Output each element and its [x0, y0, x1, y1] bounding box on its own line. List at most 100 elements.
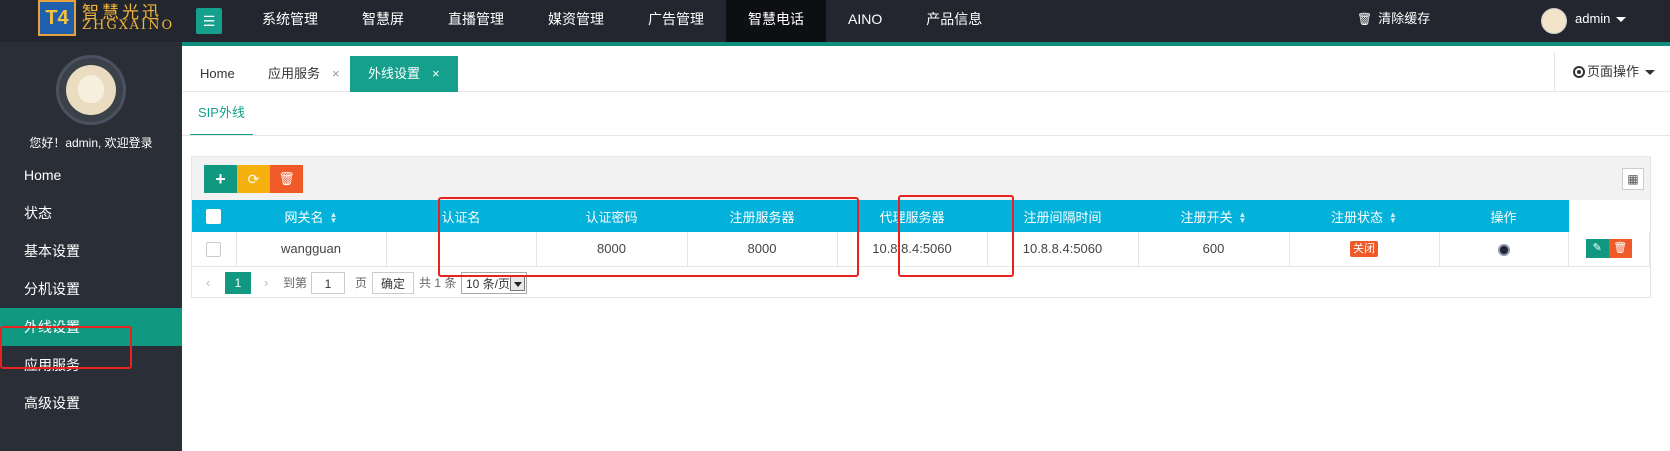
welcome-text: 您好！admin, 欢迎登录: [29, 136, 153, 150]
page-number-input[interactable]: 1: [311, 272, 345, 294]
next-page-icon[interactable]: ›: [264, 272, 268, 294]
select-arrow-icon: [510, 275, 525, 291]
row-select-cell: [192, 232, 237, 267]
trash-icon: 🗑: [1357, 12, 1373, 26]
trash-icon[interactable]: 🗑: [1608, 239, 1632, 259]
page-button-current[interactable]: 1: [225, 272, 251, 294]
cell-gateway: wangguan: [236, 232, 387, 267]
page-size-value: 10 条/页: [466, 277, 511, 291]
trunk-table-panel: + ⟳ 🗑 ▦ 网关名 ▲ ▼ 认证名 认证密码 注册服务器 代理服务器 注册间隔时…: [191, 156, 1651, 298]
cell-reg-server: 10.8.8.4:5060: [837, 232, 988, 267]
top-nav: 系统管理 智慧屏 直播管理 媒资管理 广告管理 智慧电话 AINO 产品信息: [240, 0, 1004, 42]
cell-spacer: [386, 232, 537, 267]
page-ops-label: 页面操作: [1587, 64, 1640, 79]
goto-confirm-button[interactable]: 确定: [372, 272, 415, 294]
tab-strip: Home 应用服务 × 外线设置 × 页面操作: [182, 46, 1670, 92]
close-icon[interactable]: ×: [432, 66, 440, 81]
column-label: 注册状态: [1331, 209, 1384, 225]
top-navbar: T4 智慧光迅 ZHGXAINO ☰ 系统管理 智慧屏 直播管理 媒资管理 广告…: [0, 0, 1670, 42]
columns-icon[interactable]: ▦: [1622, 168, 1644, 190]
sidebar-item-home[interactable]: Home: [0, 156, 182, 194]
user-name: admin: [1575, 11, 1611, 26]
clear-cache-button[interactable]: 🗑 清除缓存: [1357, 0, 1477, 42]
column-label: 代理服务器: [879, 209, 945, 225]
pagination: ‹ 1 › 到第 1 页 确定 共 1 条 10 条/页: [192, 266, 1650, 298]
nav-item-smart-screen[interactable]: 智慧屏: [340, 0, 426, 42]
column-header-gateway[interactable]: 网关名 ▲ ▼: [236, 200, 387, 232]
sort-icon: ▲ ▼: [1389, 210, 1397, 226]
sidebar-item-extension-settings[interactable]: 分机设置: [0, 270, 182, 308]
nav-item-aino[interactable]: AINO: [826, 0, 904, 42]
nav-item-system[interactable]: 系统管理: [240, 0, 340, 42]
subtab-divider: [182, 135, 1670, 136]
delete-button[interactable]: 🗑: [270, 165, 303, 193]
sidebar-item-advanced-settings[interactable]: 高级设置: [0, 384, 182, 422]
edit-icon[interactable]: ✎: [1585, 239, 1609, 259]
avatar-face-icon: [78, 75, 104, 103]
column-header-actions: 操作: [1439, 200, 1569, 232]
column-header-auth-password: 认证密码: [536, 200, 688, 232]
prev-page-icon[interactable]: ‹: [206, 272, 210, 294]
close-icon[interactable]: ×: [332, 66, 340, 81]
add-button[interactable]: +: [204, 165, 237, 193]
nav-item-live[interactable]: 直播管理: [426, 0, 526, 42]
column-label: 注册间隔时间: [1023, 209, 1102, 225]
target-icon: [1573, 66, 1585, 78]
select-all-cell: [192, 200, 237, 232]
nav-item-media[interactable]: 媒资管理: [526, 0, 626, 42]
sort-icon: ▲ ▼: [1238, 210, 1247, 226]
cell-auth-name: 8000: [536, 232, 688, 267]
brand-name-en: ZHGXAINO: [82, 18, 175, 33]
sidebar-item-basic-settings[interactable]: 基本设置: [0, 232, 182, 270]
goto-label: 到第: [283, 276, 308, 290]
sidebar-item-status[interactable]: 状态: [0, 194, 182, 232]
page-size-select[interactable]: 10 条/页: [461, 272, 527, 294]
nav-item-product-info[interactable]: 产品信息: [904, 0, 1004, 42]
nav-item-smart-phone[interactable]: 智慧电话: [726, 0, 826, 42]
clear-cache-label: 清除缓存: [1378, 11, 1431, 26]
sidebar-item-app-services[interactable]: 应用服务: [0, 346, 182, 384]
tab-label: 外线设置: [368, 66, 421, 81]
refresh-button[interactable]: ⟳: [237, 165, 270, 193]
brand-logo-badge: T4: [38, 0, 76, 36]
avatar-image: [66, 65, 116, 115]
trunk-table: 网关名 ▲ ▼ 认证名 认证密码 注册服务器 代理服务器 注册间隔时间 注册开关 ▲ ▼…: [192, 200, 1650, 267]
column-label: 网关名: [284, 209, 324, 225]
column-header-proxy-server: 代理服务器: [837, 200, 988, 232]
sort-icon: ▲ ▼: [329, 210, 338, 226]
select-all-checkbox[interactable]: [206, 209, 222, 225]
table-header-row: 网关名 ▲ ▼ 认证名 认证密码 注册服务器 代理服务器 注册间隔时间 注册开关 ▲ ▼…: [192, 200, 1650, 232]
cell-actions: ✎ 🗑: [1568, 232, 1650, 267]
column-label: 注册服务器: [729, 209, 795, 225]
column-label: 认证名: [441, 209, 481, 225]
tab-app-services[interactable]: 应用服务 ×: [250, 56, 358, 92]
nav-item-ads[interactable]: 广告管理: [626, 0, 726, 42]
page-operations-menu[interactable]: 页面操作: [1554, 52, 1670, 92]
switch-off-badge: 关闭: [1350, 241, 1378, 258]
cell-reg-status: [1439, 232, 1569, 267]
column-label: 操作: [1490, 209, 1517, 225]
row-checkbox[interactable]: [206, 241, 222, 257]
page-unit-label: 页: [355, 276, 368, 290]
tab-trunk-settings[interactable]: 外线设置 ×: [350, 56, 458, 92]
menu-toggle-icon[interactable]: ☰: [196, 8, 222, 34]
main-content: SIP外线 + ⟳ 🗑 ▦ 网关名 ▲ ▼ 认证名 认证密码 注册服务器 代理服务器…: [182, 92, 1670, 451]
column-header-reg-status[interactable]: 注册状态 ▲ ▼: [1289, 200, 1440, 232]
column-header-reg-switch[interactable]: 注册开关 ▲ ▼: [1138, 200, 1290, 232]
cell-auth-password: 8000: [687, 232, 838, 267]
caret-down-icon: [1645, 70, 1656, 76]
column-header-reg-interval: 注册间隔时间: [987, 200, 1139, 232]
tab-home[interactable]: Home: [182, 56, 253, 92]
column-label: 认证密码: [585, 209, 638, 225]
column-header-reg-server: 注册服务器: [687, 200, 838, 232]
status-dot-icon: [1497, 243, 1510, 256]
tab-label: 应用服务: [268, 66, 321, 81]
total-count: 共 1 条: [419, 276, 457, 290]
user-menu[interactable]: admin: [1575, 0, 1645, 42]
sidebar-item-trunk-settings[interactable]: 外线设置: [0, 308, 182, 346]
user-avatar[interactable]: [1541, 8, 1567, 34]
tab-sip-trunk[interactable]: SIP外线: [190, 92, 253, 136]
caret-down-icon: [1616, 17, 1627, 23]
cell-reg-interval: 600: [1138, 232, 1290, 267]
column-label: 注册开关: [1180, 209, 1233, 225]
